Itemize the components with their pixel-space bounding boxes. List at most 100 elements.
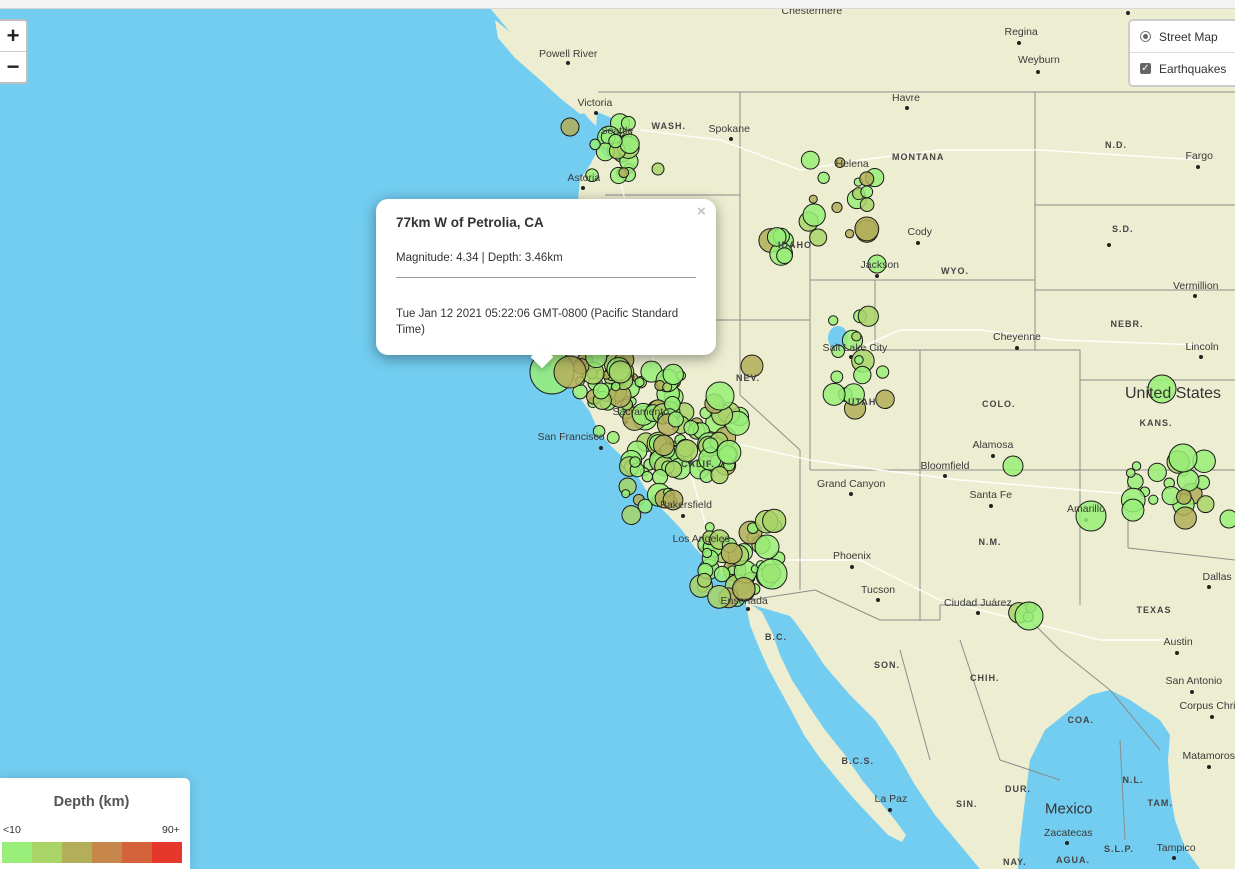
earthquake-marker[interactable] [1014, 601, 1044, 631]
map-label: Corpus Christi [1179, 700, 1235, 712]
map-label: Regina [1004, 26, 1038, 38]
earthquake-marker[interactable] [754, 534, 780, 560]
earthquake-marker[interactable] [651, 162, 665, 176]
earthquake-marker[interactable] [875, 389, 895, 410]
earthquake-marker[interactable] [854, 216, 880, 242]
map-label: Havre [892, 92, 921, 104]
close-icon[interactable]: × [697, 203, 706, 220]
earthquake-marker[interactable] [641, 470, 654, 483]
earthquake-marker[interactable] [667, 411, 684, 428]
earthquake-marker[interactable] [808, 194, 818, 204]
earthquake-marker[interactable] [851, 331, 862, 342]
zoom-in-button[interactable]: + [0, 21, 26, 52]
map-label: AGUA. [1056, 855, 1090, 865]
earthquake-marker[interactable] [822, 382, 846, 406]
earthquake-marker[interactable] [1125, 468, 1136, 478]
earthquake-marker[interactable] [1121, 498, 1145, 522]
earthquake-marker[interactable] [1168, 443, 1198, 473]
earthquake-marker[interactable] [809, 228, 828, 247]
map-label: N.M. [978, 537, 1002, 547]
earthquake-marker[interactable] [629, 456, 641, 468]
earthquake-marker[interactable] [618, 167, 630, 179]
layer-street-map[interactable]: Street Map [1130, 21, 1235, 53]
earthquake-marker[interactable] [713, 565, 731, 583]
map-label: Tampico [1156, 842, 1196, 854]
legend-low-label: <10 [3, 824, 21, 836]
map-label: Tucson [861, 584, 896, 596]
earthquake-marker[interactable] [762, 508, 787, 534]
earthquake-marker[interactable] [716, 439, 742, 465]
earthquake-marker[interactable] [664, 460, 683, 478]
layer-earthquakes-label: Earthquakes [1159, 61, 1227, 76]
map-label: B.C.S. [841, 756, 875, 766]
top-strip [0, 0, 1235, 9]
earthquake-marker[interactable] [608, 360, 632, 384]
earthquake-marker[interactable] [652, 469, 669, 486]
earthquake-marker[interactable] [828, 315, 839, 326]
earthquake-marker[interactable] [662, 363, 684, 386]
earthquake-marker[interactable] [1131, 461, 1142, 471]
earthquake-marker[interactable] [1219, 509, 1235, 529]
earthquake-marker[interactable] [1173, 506, 1197, 530]
earthquake-marker[interactable] [653, 434, 675, 457]
map[interactable]: ChestermereDauphinReginaWeyburnPowell Ri… [0, 0, 1235, 869]
earthquake-marker[interactable] [606, 431, 620, 444]
earthquake-marker[interactable] [859, 171, 875, 187]
depth-legend: Depth (km) <10 90+ [0, 778, 190, 869]
legend-color-bar [2, 842, 182, 863]
map-label: MONTANA [892, 152, 945, 162]
map-label: Vermillion [1173, 280, 1219, 292]
map-label: DUR. [1005, 784, 1031, 794]
earthquake-marker[interactable] [857, 305, 879, 327]
earthquake-marker[interactable] [1002, 455, 1024, 477]
earthquake-marker[interactable] [854, 355, 864, 365]
earthquake-marker[interactable] [844, 229, 855, 239]
earthquake-marker[interactable] [756, 558, 788, 590]
earthquake-marker[interactable] [817, 171, 830, 184]
map-label: Matamoros [1182, 750, 1235, 762]
earthquake-marker[interactable] [621, 489, 631, 499]
earthquake-marker[interactable] [702, 437, 719, 454]
earthquake-marker[interactable] [800, 150, 820, 170]
map-label: Cody [907, 226, 933, 238]
earthquake-marker[interactable] [1148, 494, 1159, 505]
map-label: N.D. [1105, 140, 1127, 150]
earthquake-marker[interactable] [621, 505, 642, 525]
earthquake-marker[interactable] [697, 572, 712, 588]
earthquake-marker[interactable] [553, 355, 587, 389]
earthquake-marker[interactable] [619, 133, 640, 154]
earthquake-marker[interactable] [1176, 489, 1192, 505]
earthquake-marker[interactable] [875, 365, 890, 379]
map-label: Bloomfield [920, 460, 970, 472]
earthquake-marker[interactable] [853, 365, 872, 385]
earthquake-marker[interactable] [776, 247, 793, 265]
layer-control: Street Map ✓ Earthquakes [1128, 19, 1235, 87]
map-label: UTAH [848, 397, 877, 407]
map-label: Astoria [567, 172, 601, 184]
earthquake-marker[interactable] [860, 185, 874, 199]
earthquake-marker[interactable] [589, 138, 601, 151]
earthquake-marker[interactable] [592, 382, 610, 400]
earthquake-marker[interactable] [830, 370, 844, 384]
earthquake-marker[interactable] [560, 117, 580, 137]
earthquake-marker[interactable] [710, 465, 729, 485]
radio-icon[interactable] [1140, 31, 1151, 42]
earthquake-marker[interactable] [802, 203, 826, 227]
earthquake-marker[interactable] [637, 498, 653, 514]
map-label: B.C. [765, 632, 787, 642]
earthquake-marker[interactable] [634, 377, 645, 388]
earthquake-marker[interactable] [859, 197, 875, 213]
earthquake-marker[interactable] [831, 201, 843, 214]
zoom-out-button[interactable]: − [0, 52, 26, 82]
earthquake-marker[interactable] [683, 420, 699, 436]
earthquake-marker[interactable] [701, 547, 713, 559]
earthquake-marker[interactable] [1147, 462, 1167, 482]
checkbox-icon[interactable]: ✓ [1140, 63, 1151, 74]
earthquake-marker[interactable] [720, 542, 743, 565]
map-label: Ensenada [720, 595, 768, 607]
layer-earthquakes[interactable]: ✓ Earthquakes [1130, 53, 1235, 84]
earthquake-marker[interactable] [705, 381, 735, 411]
earthquake-marker[interactable] [610, 381, 621, 392]
earthquake-marker[interactable] [1196, 495, 1215, 514]
earthquake-marker[interactable] [704, 522, 715, 533]
